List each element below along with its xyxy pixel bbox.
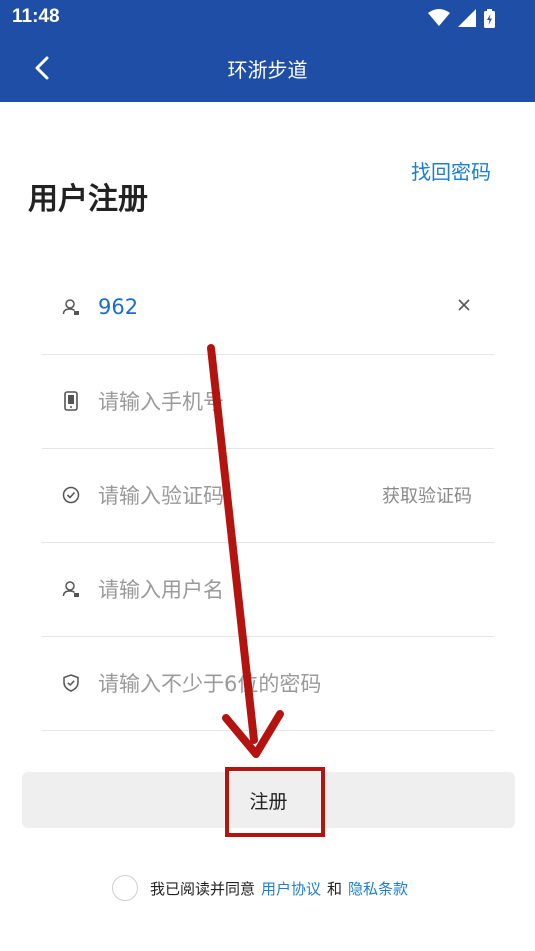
password-input[interactable]: 请输入不少于6位的密码 — [98, 668, 321, 698]
code-input[interactable]: 请输入验证码 — [98, 480, 224, 510]
phone-icon — [62, 391, 80, 411]
agree-radio[interactable] — [112, 875, 138, 901]
agreement-text: 我已阅读并同意 — [150, 879, 256, 898]
user-agreement-link[interactable]: 用户协议 — [261, 878, 321, 899]
user-icon — [62, 298, 80, 316]
page-title: 用户注册 — [28, 182, 148, 217]
wifi-icon — [428, 9, 450, 26]
check-circle-icon — [62, 486, 80, 504]
shield-icon — [62, 674, 80, 692]
phone-field[interactable]: 请输入手机号 — [42, 354, 494, 449]
battery-icon — [484, 8, 495, 28]
code-field[interactable]: 请输入验证码 获取验证码 — [42, 448, 494, 543]
account-field[interactable]: 962 — [42, 260, 494, 355]
user-icon — [62, 580, 80, 598]
privacy-link[interactable]: 隐私条款 — [348, 878, 408, 899]
system-icons — [428, 8, 495, 28]
status-time: 11:48 — [12, 6, 60, 27]
forgot-password-link[interactable]: 找回密码 — [411, 156, 491, 185]
phone-input[interactable]: 请输入手机号 — [98, 386, 224, 416]
agreement-and: 和 — [327, 879, 343, 898]
account-input-value[interactable]: 962 — [98, 295, 138, 319]
app-bar: 环浙步道 — [0, 34, 535, 102]
agreement-row: 我已阅读并同意 用户协议 和 隐私条款 — [112, 872, 414, 904]
status-bar: 11:48 — [0, 0, 535, 34]
clear-icon[interactable] — [456, 297, 472, 313]
username-field[interactable]: 请输入用户名 — [42, 542, 494, 637]
password-field[interactable]: 请输入不少于6位的密码 — [42, 636, 494, 731]
username-input[interactable]: 请输入用户名 — [98, 574, 224, 604]
annotation-highlight-box — [225, 767, 325, 837]
get-code-button[interactable]: 获取验证码 — [382, 482, 472, 508]
app-title: 环浙步道 — [227, 58, 308, 82]
signal-icon — [458, 9, 476, 27]
